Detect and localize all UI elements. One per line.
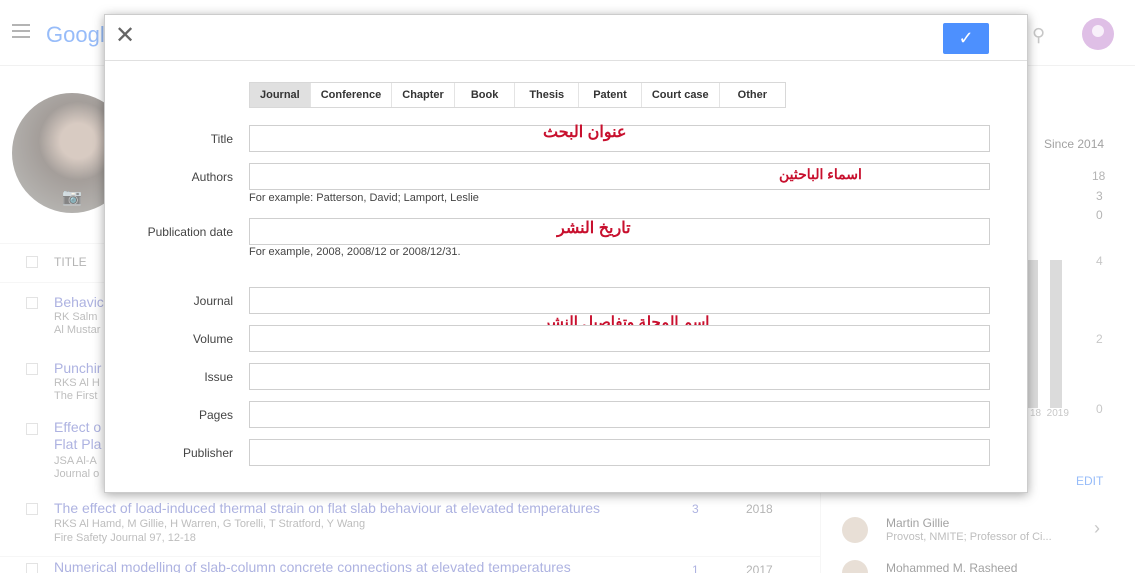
volume-label: Volume bbox=[192, 332, 233, 346]
pages-field[interactable] bbox=[249, 401, 990, 428]
tab-patent[interactable]: Patent bbox=[579, 83, 642, 107]
add-article-dialog: ✕ ✓ Journal Conference Chapter Book Thes… bbox=[104, 14, 1028, 493]
authors-annotation: اسماء الباحثين bbox=[779, 166, 862, 182]
tab-book[interactable]: Book bbox=[454, 83, 516, 107]
tab-conference[interactable]: Conference bbox=[310, 83, 393, 107]
journal-field[interactable] bbox=[249, 287, 990, 314]
title-annotation: عنوان البحث bbox=[543, 124, 627, 141]
tab-thesis[interactable]: Thesis bbox=[515, 83, 580, 107]
journal-label: Journal bbox=[193, 294, 233, 308]
save-button[interactable]: ✓ bbox=[943, 23, 989, 54]
close-icon[interactable]: ✕ bbox=[115, 24, 135, 48]
dialog-header: ✕ ✓ bbox=[105, 15, 1027, 61]
issue-label: Issue bbox=[204, 370, 233, 384]
tab-other[interactable]: Other bbox=[719, 83, 786, 107]
tab-journal[interactable]: Journal bbox=[250, 83, 311, 107]
publication-date-label: Publication date bbox=[147, 225, 233, 239]
tab-court-case[interactable]: Court case bbox=[641, 83, 720, 107]
issue-field[interactable] bbox=[249, 363, 990, 390]
authors-field[interactable] bbox=[249, 163, 990, 190]
publisher-label: Publisher bbox=[182, 446, 233, 460]
title-label: Title bbox=[210, 132, 233, 146]
publisher-field[interactable] bbox=[249, 439, 990, 466]
publication-type-tabs: Journal Conference Chapter Book Thesis P… bbox=[249, 82, 787, 108]
volume-field[interactable] bbox=[249, 325, 990, 352]
authors-hint: For example: Patterson, David; Lamport, … bbox=[249, 192, 479, 204]
tab-chapter[interactable]: Chapter bbox=[392, 83, 455, 107]
authors-label: Authors bbox=[191, 170, 233, 184]
pages-label: Pages bbox=[198, 408, 233, 422]
publication-date-hint: For example, 2008, 2008/12 or 2008/12/31… bbox=[249, 246, 461, 258]
date-annotation: تاريخ النشر bbox=[557, 220, 631, 237]
